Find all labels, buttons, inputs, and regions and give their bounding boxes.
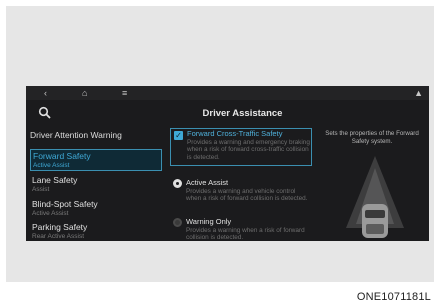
status-icon: ▲: [414, 88, 423, 98]
sidebar-item-sublabel: Assist: [32, 186, 50, 193]
checkbox-checked-icon[interactable]: ✓: [174, 131, 183, 140]
category-header: Driver Attention Warning: [30, 130, 122, 140]
sidebar-item-sublabel: Rear Active Assist: [32, 233, 85, 240]
sidebar-item-label: Lane Safety: [32, 175, 78, 185]
radio-unselected-icon[interactable]: [173, 218, 182, 227]
info-text: Sets the properties of the Forward Safet…: [325, 130, 419, 145]
option-label: Active Assist: [186, 178, 229, 187]
option-label: Warning Only: [186, 217, 232, 226]
sidebar-item-parking-safety[interactable]: Parking Safety Rear Active Assist: [30, 221, 162, 241]
menu-icon[interactable]: ≡: [122, 87, 127, 99]
option-description: Provides a warning when a risk of forwar…: [186, 227, 305, 241]
sidebar-item-blind-spot-safety[interactable]: Blind-Spot Safety Active Assist: [30, 198, 162, 220]
page-title: Driver Assistance: [202, 108, 283, 119]
sidebar-item-sublabel: Active Assist: [33, 162, 70, 169]
sidebar-item-label: Forward Safety: [33, 151, 91, 161]
sidebar-item-label: Parking Safety: [32, 222, 88, 232]
warning-only-option[interactable]: Warning Only Provides a warning when a r…: [170, 217, 312, 241]
radio-selected-icon[interactable]: [173, 179, 182, 188]
sidebar-item-lane-safety[interactable]: Lane Safety Assist: [30, 174, 162, 196]
home-icon[interactable]: ⌂: [82, 87, 87, 99]
infotainment-screen: ‹ ⌂ ≡ ▲ Driver Assistance Driver Attenti…: [26, 86, 429, 241]
sidebar-item-label: Blind-Spot Safety: [32, 199, 98, 209]
option-description: Provides a warning and vehicle control w…: [186, 188, 308, 203]
option-label: Forward Cross-Traffic Safety: [187, 129, 283, 138]
top-bar: ‹ ⌂ ≡ ▲: [26, 86, 429, 100]
car-sensor-illustration-icon: [346, 156, 404, 238]
back-chevron-icon[interactable]: ‹: [44, 87, 47, 99]
sidebar-item-forward-safety[interactable]: Forward Safety Active Assist: [30, 149, 162, 171]
figure-frame: ‹ ⌂ ≡ ▲ Driver Assistance Driver Attenti…: [6, 6, 434, 282]
figure-code: ONE1071181L: [356, 291, 431, 303]
sidebar-item-sublabel: Active Assist: [32, 210, 69, 217]
forward-cross-traffic-option[interactable]: ✓ Forward Cross-Traffic Safety Provides …: [170, 128, 312, 166]
active-assist-option[interactable]: Active Assist Provides a warning and veh…: [170, 178, 312, 203]
option-description: Provides a warning and emergency braking…: [187, 139, 310, 161]
